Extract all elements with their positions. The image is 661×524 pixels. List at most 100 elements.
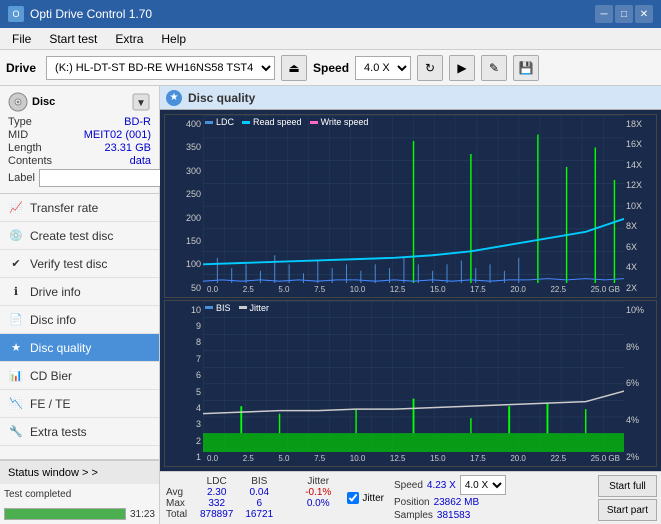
speed-val: 4.23 X <box>427 480 456 491</box>
write-legend-dot <box>310 121 318 124</box>
ldc-legend: LDC <box>205 117 234 127</box>
disc-info-icon: 📄 <box>8 312 24 328</box>
sidebar-item-create-test-disc[interactable]: 💿 Create test disc <box>0 222 159 250</box>
bis-legend: BIS <box>205 303 231 313</box>
read-legend-dot <box>242 121 250 124</box>
cd-bier-label: CD Bier <box>30 369 72 383</box>
fe-te-icon: 📉 <box>8 396 24 412</box>
disc-action-icon[interactable]: ▼ <box>131 92 151 112</box>
disc-header: Disc ▼ <box>8 92 151 112</box>
sidebar-item-fe-te[interactable]: 📉 FE / TE <box>0 390 159 418</box>
sidebar-item-cd-bier[interactable]: 📊 CD Bier <box>0 362 159 390</box>
type-val: BD-R <box>58 116 151 128</box>
sidebar: Disc ▼ Type BD-R MID MEIT02 (001) Length… <box>0 86 160 524</box>
position-key: Position <box>394 497 430 508</box>
start-full-button[interactable]: Start full <box>598 475 657 497</box>
sidebar-item-disc-info[interactable]: 📄 Disc info <box>0 306 159 334</box>
bis-legend-dot <box>205 306 213 309</box>
transfer-rate-icon: 📈 <box>8 200 24 216</box>
transfer-rate-label: Transfer rate <box>30 201 98 215</box>
eject-button[interactable]: ⏏ <box>281 55 307 81</box>
type-key: Type <box>8 116 52 128</box>
ldc-legend-dot <box>205 121 213 124</box>
label-input[interactable] <box>39 169 177 187</box>
nav-list: 📈 Transfer rate 💿 Create test disc ✔ Ver… <box>0 194 159 459</box>
refresh-button[interactable]: ↻ <box>417 55 443 81</box>
sidebar-item-drive-info[interactable]: ℹ Drive info <box>0 278 159 306</box>
speed-select-right[interactable]: 4.0 X <box>460 475 506 495</box>
app-title: Opti Drive Control 1.70 <box>30 7 152 21</box>
app-icon: O <box>8 6 24 22</box>
mid-val: MEIT02 (001) <box>58 129 151 141</box>
sidebar-item-transfer-rate[interactable]: 📈 Transfer rate <box>0 194 159 222</box>
fe-te-label: FE / TE <box>30 397 70 411</box>
write-button[interactable]: ✎ <box>481 55 507 81</box>
total-label: Total <box>164 509 194 520</box>
charts-area: 400 350 300 250 200 150 100 50 LDC <box>160 110 661 471</box>
chart1-y-axis: 400 350 300 250 200 150 100 50 <box>165 115 203 297</box>
read-legend: Read speed <box>242 117 302 127</box>
disc-panel: Disc ▼ Type BD-R MID MEIT02 (001) Length… <box>0 86 159 194</box>
menu-help[interactable]: Help <box>153 30 194 48</box>
disc-quality-icon: ★ <box>8 340 24 356</box>
jitter-checkbox[interactable] <box>347 492 359 504</box>
save-button[interactable]: 💾 <box>513 55 539 81</box>
minimize-button[interactable]: ─ <box>595 5 613 23</box>
chart2-xaxis: 0.0 2.5 5.0 7.5 10.0 12.5 15.0 17.5 20.0… <box>203 452 624 466</box>
drive-info-label: Drive info <box>30 285 81 299</box>
disc-quality-header: ★ Disc quality <box>160 86 661 110</box>
chart2-y-axis-right: 10% 8% 6% 4% 2% <box>624 301 656 466</box>
close-button[interactable]: ✕ <box>635 5 653 23</box>
status-progress-bar-row: 31:23 <box>0 504 159 524</box>
drive-toolbar: Drive (K:) HL-DT-ST BD-RE WH16NS58 TST4 … <box>0 50 661 86</box>
chart2-container: 10 9 8 7 6 5 4 3 2 1 BIS <box>164 300 657 467</box>
disc-icon <box>8 92 28 112</box>
disc-info-label: Disc info <box>30 313 76 327</box>
create-test-disc-icon: 💿 <box>8 228 24 244</box>
svg-text:▼: ▼ <box>136 98 146 109</box>
drive-info-icon: ℹ <box>8 284 24 300</box>
verify-test-disc-label: Verify test disc <box>30 257 107 271</box>
start-buttons: Start full Start part <box>598 475 657 521</box>
total-ldc: 878897 <box>194 509 239 520</box>
menu-bar: File Start test Extra Help <box>0 28 661 50</box>
chart1-inner: LDC Read speed Write speed <box>203 115 624 297</box>
sidebar-item-disc-quality[interactable]: ★ Disc quality <box>0 334 159 362</box>
sidebar-item-extra-tests[interactable]: 🔧 Extra tests <box>0 418 159 446</box>
create-test-disc-label: Create test disc <box>30 229 113 243</box>
speed-key: Speed <box>394 480 423 491</box>
chart1-legend: LDC Read speed Write speed <box>205 117 368 127</box>
disc-quality-title: Disc quality <box>188 91 255 105</box>
read-button[interactable]: ▶ <box>449 55 475 81</box>
chart2-inner: BIS Jitter <box>203 301 624 466</box>
sidebar-item-verify-test-disc[interactable]: ✔ Verify test disc <box>0 250 159 278</box>
position-row: Position 23862 MB <box>394 497 506 508</box>
status-window-button[interactable]: Status window > > <box>0 460 159 484</box>
avg-label: Avg <box>164 487 194 498</box>
stats-bar: LDC BIS Jitter Avg 2.30 0.04 -0.1% <box>160 471 661 524</box>
status-text: Test completed <box>4 489 71 500</box>
ldc-header: LDC <box>194 476 239 487</box>
contents-key: Contents <box>8 155 52 167</box>
menu-extra[interactable]: Extra <box>107 30 151 48</box>
chart1-svg <box>203 115 624 297</box>
sidebar-status: Status window > > Test completed 31:23 <box>0 459 159 524</box>
drive-select[interactable]: (K:) HL-DT-ST BD-RE WH16NS58 TST4 <box>46 56 275 80</box>
progress-bar-outer <box>4 508 126 520</box>
speed-info: Speed 4.23 X 4.0 X Position 23862 MB Sam… <box>394 475 506 521</box>
start-part-button[interactable]: Start part <box>598 499 657 521</box>
disc-quality-header-icon: ★ <box>166 90 182 106</box>
drive-label: Drive <box>6 61 36 75</box>
menu-start-test[interactable]: Start test <box>41 30 105 48</box>
menu-file[interactable]: File <box>4 30 39 48</box>
speed-select[interactable]: 4.0 X <box>355 56 411 80</box>
disc-title: Disc <box>32 96 55 108</box>
maximize-button[interactable]: □ <box>615 5 633 23</box>
chart1-container: 400 350 300 250 200 150 100 50 LDC <box>164 114 657 298</box>
chart2-legend: BIS Jitter <box>205 303 269 313</box>
stats-table: LDC BIS Jitter Avg 2.30 0.04 -0.1% <box>164 476 337 520</box>
max-jitter: 0.0% <box>299 498 337 509</box>
progress-bar-inner <box>5 509 125 519</box>
max-ldc: 332 <box>194 498 239 509</box>
chart2-svg <box>203 301 624 466</box>
